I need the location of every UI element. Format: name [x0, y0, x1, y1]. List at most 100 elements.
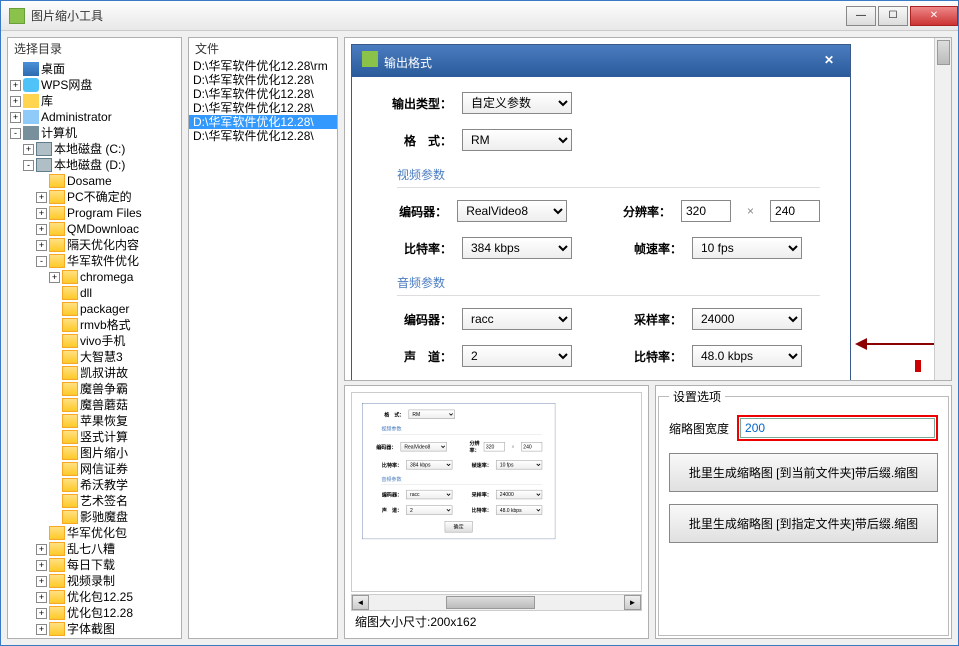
tree-folder[interactable]: +字体截图 [10, 621, 179, 637]
file-item[interactable]: D:\华军软件优化12.28\ [189, 101, 337, 115]
folder-icon [49, 238, 65, 252]
tree-folder[interactable]: +乱七八糟 [10, 541, 179, 557]
tree-folder[interactable]: dll [10, 285, 179, 301]
tree-folder[interactable]: +QMDownloac [10, 221, 179, 237]
tree-drive-c[interactable]: 本地磁盘 (C:) [54, 141, 125, 157]
tree-folder[interactable]: 苹果恢复 [10, 413, 179, 429]
tree-folder[interactable]: 凯叔讲故 [10, 365, 179, 381]
tree-folder[interactable]: +优化包12.28 [10, 605, 179, 621]
file-item[interactable]: D:\华军软件优化12.28\ [189, 115, 337, 129]
tree-folder[interactable]: +优化包12.25 [10, 589, 179, 605]
tree-folder[interactable]: rmvb格式 [10, 317, 179, 333]
tree-folder[interactable]: 竖式计算 [10, 429, 179, 445]
tree-folder[interactable]: 网信证券 [10, 461, 179, 477]
tree-folder[interactable]: 影驰魔盘 [10, 509, 179, 525]
sample-rate-label: 采样率： [622, 311, 682, 328]
file-item[interactable]: D:\华军软件优化12.28\ [189, 73, 337, 87]
maximize-button[interactable]: ☐ [878, 6, 908, 26]
folder-icon [62, 318, 78, 332]
tree-wps[interactable]: WPS网盘 [41, 77, 92, 93]
audio-bitrate-select[interactable]: 48.0 kbps [692, 345, 802, 367]
directory-tree-panel: 选择目录 桌面 +WPS网盘 +库 +Administrator -计算机 +本… [7, 37, 182, 639]
scroll-left-button[interactable]: ◄ [352, 595, 369, 610]
channel-select[interactable]: 2 [462, 345, 572, 367]
tree-folder[interactable]: +每日下载 [10, 557, 179, 573]
generate-current-folder-button[interactable]: 批里生成缩略图 [到当前文件夹]带后缀.缩图 [669, 453, 938, 492]
directory-tree[interactable]: 桌面 + WPS网盘 + 库 + Administrator - 计算机 + 本地磁盘 (… [8, 59, 181, 638]
folder-icon [62, 446, 78, 460]
tree-folder[interactable]: 大智慧3 [10, 349, 179, 365]
res-height-input[interactable] [770, 200, 820, 222]
tree-folder[interactable]: Dosame [10, 173, 179, 189]
expand-icon[interactable]: + [36, 240, 47, 251]
tree-folder[interactable]: 魔兽争霸 [10, 381, 179, 397]
video-encoder-select[interactable]: RealVideo8 [457, 200, 567, 222]
thumbnail-preview-panel: 格 式：RM 视频参数 编码器：RealVideo8分辨率：× 比特率：384 … [344, 385, 649, 639]
tree-desktop[interactable]: 桌面 [41, 61, 65, 77]
close-button[interactable]: ✕ [910, 6, 958, 26]
file-item[interactable]: D:\华军软件优化12.28\ [189, 87, 337, 101]
fps-label: 帧速率： [622, 240, 682, 257]
tree-folder[interactable]: packager [10, 301, 179, 317]
tree-admin[interactable]: Administrator [41, 109, 112, 125]
expand-icon[interactable]: + [36, 576, 47, 587]
tree-folder[interactable]: +chromega [10, 269, 179, 285]
expand-icon[interactable]: + [36, 192, 47, 203]
vertical-scrollbar[interactable] [934, 38, 951, 380]
collapse-icon[interactable]: - [10, 128, 21, 139]
dialog-close-icon[interactable]: ✕ [824, 53, 840, 69]
tree-folder[interactable]: 艺术签名 [10, 493, 179, 509]
tree-folder[interactable]: +隔天优化内容 [10, 237, 179, 253]
tree-folder[interactable]: vivo手机 [10, 333, 179, 349]
thumb-width-input[interactable] [740, 418, 935, 438]
format-select[interactable]: RM [462, 129, 572, 151]
annotation-arrow-icon [861, 343, 941, 345]
folder-icon [62, 286, 78, 300]
generate-specified-folder-button[interactable]: 批里生成缩略图 [到指定文件夹]带后缀.缩图 [669, 504, 938, 543]
expand-icon[interactable]: + [23, 144, 34, 155]
horizontal-scrollbar[interactable]: ◄ ► [351, 594, 642, 611]
tree-folder[interactable]: +视频录制 [10, 573, 179, 589]
scrollbar-thumb[interactable] [446, 596, 535, 609]
scrollbar-thumb[interactable] [937, 40, 950, 65]
expand-icon[interactable]: + [10, 80, 21, 91]
scroll-right-button[interactable]: ► [624, 595, 641, 610]
expand-icon[interactable]: + [36, 224, 47, 235]
tree-computer[interactable]: 计算机 [41, 125, 77, 141]
tree-drive-d[interactable]: 本地磁盘 (D:) [54, 157, 125, 173]
expand-icon[interactable]: + [36, 624, 47, 635]
folder-icon [62, 462, 78, 476]
res-width-input[interactable] [681, 200, 731, 222]
audio-encoder-select[interactable]: racc [462, 308, 572, 330]
minimize-button[interactable]: — [846, 6, 876, 26]
expand-icon[interactable]: + [36, 560, 47, 571]
tree-folder[interactable]: 魔兽蘑菇 [10, 397, 179, 413]
expand-icon[interactable]: + [49, 272, 60, 283]
expand-icon[interactable]: + [10, 112, 21, 123]
file-list[interactable]: D:\华军软件优化12.28\rmD:\华军软件优化12.28\D:\华军软件优… [189, 59, 337, 638]
tree-folder[interactable]: +PC不确定的 [10, 189, 179, 205]
file-item[interactable]: D:\华军软件优化12.28\rm [189, 59, 337, 73]
collapse-icon[interactable]: - [23, 160, 34, 171]
expand-icon[interactable]: + [36, 208, 47, 219]
tree-folder[interactable]: 华军优化包 [10, 525, 179, 541]
expand-icon[interactable]: + [10, 96, 21, 107]
sample-rate-select[interactable]: 24000 [692, 308, 802, 330]
tree-folder[interactable]: 希沃教学 [10, 477, 179, 493]
tree-lib[interactable]: 库 [41, 93, 53, 109]
file-item[interactable]: D:\华军软件优化12.28\ [189, 129, 337, 143]
folder-icon [62, 382, 78, 396]
tree-folder[interactable]: 图片缩小 [10, 445, 179, 461]
video-bitrate-select[interactable]: 384 kbps [462, 237, 572, 259]
expand-icon[interactable]: + [36, 592, 47, 603]
output-type-select[interactable]: 自定义参数 [462, 92, 572, 114]
folder-icon [62, 510, 78, 524]
expand-icon[interactable]: + [36, 608, 47, 619]
tree-folder[interactable]: +Program Files [10, 205, 179, 221]
collapse-icon[interactable]: - [36, 256, 47, 267]
fps-select[interactable]: 10 fps [692, 237, 802, 259]
folder-icon [49, 174, 65, 188]
folder-icon [62, 366, 78, 380]
tree-folder[interactable]: -华军软件优化 [10, 253, 179, 269]
expand-icon[interactable]: + [36, 544, 47, 555]
